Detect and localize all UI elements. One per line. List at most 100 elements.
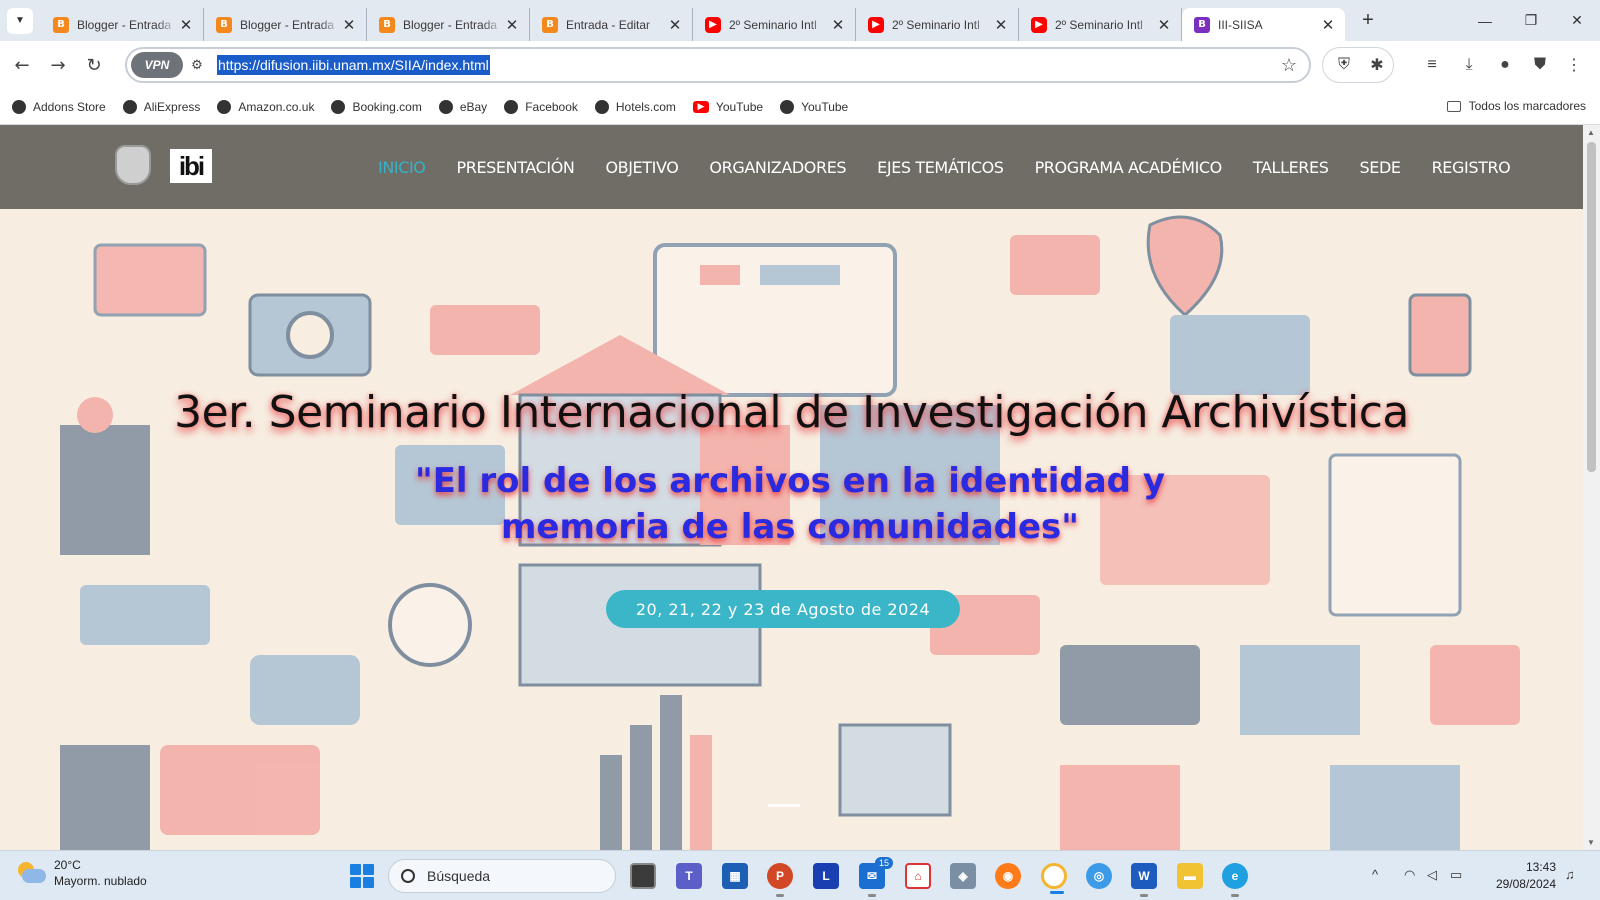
globe-app-icon[interactable]: ◎ <box>1086 863 1112 889</box>
browser-tab[interactable]: B Blogger - Entrada ✕ <box>367 8 530 41</box>
browser-tab[interactable]: B Entrada - Editar ✕ <box>530 8 693 41</box>
vpn-badge[interactable]: VPN <box>131 52 183 78</box>
bookmark-item[interactable]: ▶ YouTube <box>692 100 763 114</box>
close-tab-icon[interactable]: ✕ <box>503 16 521 34</box>
minimize-button[interactable]: — <box>1462 0 1508 41</box>
new-tab-button[interactable]: + <box>1353 9 1383 32</box>
restore-button[interactable]: ❐ <box>1508 0 1554 41</box>
iibi-logo[interactable]: ibi <box>170 149 212 183</box>
l-app-icon[interactable]: L <box>813 863 839 889</box>
taskbar-search[interactable]: Búsqueda <box>388 859 616 893</box>
media-control-icon[interactable]: ≡ <box>1416 49 1448 81</box>
scroll-down-icon[interactable]: ▼ <box>1587 838 1595 847</box>
chrome-icon[interactable] <box>1041 863 1067 894</box>
start-button[interactable] <box>350 864 374 888</box>
close-tab-icon[interactable]: ✕ <box>666 16 684 34</box>
security-shield-icon[interactable]: ⛊ <box>1524 49 1556 81</box>
nav-link-registro[interactable]: REGISTRO <box>1432 158 1511 177</box>
forward-button[interactable]: → <box>40 47 76 83</box>
nav-link-talleres[interactable]: TALLERES <box>1253 158 1329 177</box>
menu-kebab-icon[interactable]: ⋮ <box>1558 49 1590 81</box>
notification-icon[interactable]: ♫ <box>1565 867 1575 882</box>
search-icon <box>401 869 415 883</box>
tray-chevron-icon[interactable]: ^ <box>1372 867 1378 882</box>
close-tab-icon[interactable]: ✕ <box>829 16 847 34</box>
site-menu: INICIO PRESENTACIÓN OBJETIVO ORGANIZADORES E… <box>378 125 1541 209</box>
close-tab-icon[interactable]: ✕ <box>340 16 358 34</box>
tab-label: 2º Seminario Intl <box>1055 17 1143 32</box>
close-icon: ✕ <box>1571 12 1583 28</box>
photo-app-icon[interactable]: ◈ <box>950 863 976 889</box>
download-icon[interactable]: ⤓ <box>1453 49 1485 81</box>
mail-badge: 15 <box>874 857 893 869</box>
edge-icon[interactable]: e <box>1222 863 1248 897</box>
browser-tab[interactable]: B III-SIISA ✕ <box>1182 8 1345 41</box>
mail-icon[interactable]: ✉ 15 <box>859 857 893 897</box>
bookmark-star-icon[interactable]: ☆ <box>1281 55 1297 76</box>
all-bookmarks-button[interactable]: Todos los marcadores <box>1446 99 1586 113</box>
bookmark-item[interactable]: eBay <box>438 99 487 114</box>
bookmark-item[interactable]: Booking.com <box>331 99 422 114</box>
nav-link-organizadores[interactable]: ORGANIZADORES <box>709 158 846 177</box>
bookmark-item[interactable]: Hotels.com <box>594 99 676 114</box>
blogger-icon: B <box>216 16 232 33</box>
browser-tab[interactable]: ▶ 2º Seminario Intl ✕ <box>856 8 1019 41</box>
globe-icon <box>780 99 795 114</box>
hero-subtitle: "El rol de los archivos en la identidad … <box>380 458 1200 550</box>
teams-icon[interactable]: T <box>676 863 702 889</box>
close-window-button[interactable]: ✕ <box>1554 0 1600 41</box>
nav-link-presentacion[interactable]: PRESENTACIÓN <box>457 158 575 177</box>
shield-extension-icon[interactable]: ⛨ <box>1328 49 1360 81</box>
globe-icon <box>438 99 453 114</box>
browser-tab[interactable]: B Blogger - Entrada ✕ <box>41 8 204 41</box>
page-scrollbar[interactable]: ▲ ▼ <box>1583 125 1600 850</box>
back-button[interactable]: ← <box>4 47 40 83</box>
volume-icon[interactable]: ◁ <box>1427 867 1437 883</box>
url-text[interactable]: https://difusion.iibi.unam.mx/SIIA/index… <box>217 55 490 75</box>
nav-link-objetivo[interactable]: OBJETIVO <box>605 158 678 177</box>
store-icon[interactable]: ▦ <box>722 863 748 889</box>
chevron-down-icon: ▼ <box>15 15 25 26</box>
reload-button[interactable]: ↻ <box>76 47 112 83</box>
nav-link-inicio[interactable]: INICIO <box>378 158 426 177</box>
scroll-thumb[interactable] <box>1587 142 1596 472</box>
omnibox[interactable]: VPN ⚙ https://difusion.iibi.unam.mx/SIIA… <box>125 47 1311 83</box>
puzzle-extensions-icon[interactable]: ✱ <box>1361 49 1393 81</box>
tab-search-button[interactable]: ▼ <box>7 7 33 34</box>
browser-tab[interactable]: ▶ 2º Seminario Intl ✕ <box>1019 8 1182 41</box>
file-explorer-icon[interactable]: ▬ <box>1177 863 1203 889</box>
wifi-icon[interactable]: ◠ <box>1404 867 1415 883</box>
close-tab-icon[interactable]: ✕ <box>1155 16 1173 34</box>
weather-temp: 20°C <box>54 858 81 872</box>
close-tab-icon[interactable]: ✕ <box>177 16 195 34</box>
word-icon[interactable]: W <box>1131 863 1157 897</box>
youtube-icon: ▶ <box>692 100 709 113</box>
bookmark-item[interactable]: Facebook <box>504 99 578 114</box>
tab-strip: ▼ B Blogger - Entrada ✕ B Blogger - Entrada ✕… <box>0 0 1600 41</box>
battery-icon[interactable]: ▭ <box>1450 867 1462 883</box>
bookmark-item[interactable]: YouTube <box>780 99 848 114</box>
unam-logo[interactable] <box>115 145 151 185</box>
bookmark-item[interactable]: Amazon.co.uk <box>217 99 314 114</box>
nav-link-ejes-tematicos[interactable]: EJES TEMÁTICOS <box>877 158 1004 177</box>
profile-icon[interactable]: ● <box>1489 49 1521 81</box>
close-tab-icon[interactable]: ✕ <box>992 16 1010 34</box>
nav-link-sede[interactable]: SEDE <box>1359 158 1401 177</box>
browser-tab[interactable]: B Blogger - Entrada ✕ <box>204 8 367 41</box>
tab-label: Blogger - Entrada <box>403 17 498 32</box>
bookmark-item[interactable]: AliExpress <box>122 99 200 114</box>
taskbar-clock[interactable]: 13:43 29/08/2024 <box>1478 859 1556 893</box>
carousel-indicator[interactable] <box>768 804 800 807</box>
task-view-icon[interactable] <box>630 863 656 889</box>
browser-tab[interactable]: ▶ 2º Seminario Intl ✕ <box>693 8 856 41</box>
bookmark-item[interactable]: Addons Store <box>12 99 106 114</box>
blogger-icon: B <box>379 16 395 33</box>
pdf-icon[interactable]: ⌂ <box>905 863 931 889</box>
site-info-icon[interactable]: ⚙ <box>183 57 211 73</box>
scroll-up-icon[interactable]: ▲ <box>1587 128 1595 137</box>
nav-link-programa-academico[interactable]: PROGRAMA ACADÉMICO <box>1035 158 1223 177</box>
weather-widget[interactable]: 20°C Mayorm. nublado <box>16 857 147 889</box>
close-tab-icon[interactable]: ✕ <box>1319 16 1337 34</box>
powerpoint-icon[interactable]: P <box>767 863 793 897</box>
firefox-icon[interactable]: ◉ <box>995 863 1021 889</box>
